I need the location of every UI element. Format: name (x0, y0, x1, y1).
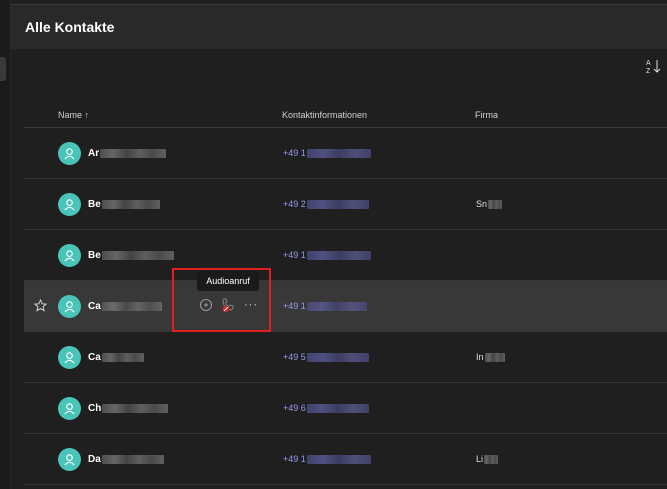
contact-name: Ch (88, 403, 169, 414)
avatar (58, 244, 81, 267)
avatar (58, 295, 81, 318)
table-row[interactable]: Be +49 2 Sn (24, 179, 667, 230)
contact-company: In (476, 352, 505, 363)
contact-name: Be (88, 250, 174, 261)
avatar (58, 397, 81, 420)
avatar (58, 142, 81, 165)
column-header: Name ↑ Kontaktinformationen Firma (24, 100, 667, 128)
contact-name: Ca (88, 352, 144, 363)
table-row[interactable]: Ch +49 6 (24, 383, 667, 434)
contact-name: Da (88, 454, 164, 465)
contact-name: Ar (88, 148, 167, 159)
header: Alle Kontakte (10, 5, 667, 49)
contact-phone[interactable]: +49 5 (283, 352, 369, 363)
star-icon[interactable] (34, 299, 47, 312)
contact-name: Be (88, 199, 160, 210)
svg-text:Z: Z (646, 68, 651, 75)
contact-phone[interactable]: +49 1 (283, 250, 371, 261)
contact-company: Li (476, 454, 499, 465)
highlight-box (172, 268, 271, 332)
table-row[interactable]: Ca +49 5 In (24, 332, 667, 383)
table-row[interactable]: Ar +49 1 (24, 128, 667, 179)
avatar (58, 448, 81, 471)
column-company[interactable]: Firma (475, 110, 498, 120)
table-row-hovered[interactable]: Ca ··· +49 1 (24, 281, 667, 332)
contact-phone[interactable]: +49 1 (283, 148, 371, 159)
person-icon (64, 250, 75, 262)
svg-text:A: A (646, 60, 651, 67)
contact-phone[interactable]: +49 1 (283, 454, 371, 465)
contact-phone[interactable]: +49 6 (283, 403, 369, 414)
person-icon (64, 199, 75, 211)
avatar (58, 346, 81, 369)
column-name[interactable]: Name ↑ (58, 110, 89, 120)
sort-az-icon[interactable]: A Z (645, 57, 663, 75)
avatar (58, 193, 81, 216)
person-icon (64, 301, 75, 313)
left-rail (0, 0, 10, 489)
person-icon (64, 148, 75, 160)
table-row[interactable]: Be +49 1 (24, 230, 667, 281)
contact-company: Sn (476, 199, 503, 210)
table-row[interactable]: Da +49 1 Li (24, 434, 667, 485)
person-icon (64, 403, 75, 415)
column-contact-info[interactable]: Kontaktinformationen (282, 110, 367, 120)
person-icon (64, 352, 75, 364)
rail-handle[interactable] (0, 57, 6, 81)
contact-phone[interactable]: +49 1 (283, 301, 367, 312)
person-icon (64, 454, 75, 466)
toolbar: A Z (24, 49, 667, 85)
contact-phone[interactable]: +49 2 (283, 199, 369, 210)
contact-name: Ca (88, 301, 162, 312)
page-title: Alle Kontakte (25, 19, 115, 35)
